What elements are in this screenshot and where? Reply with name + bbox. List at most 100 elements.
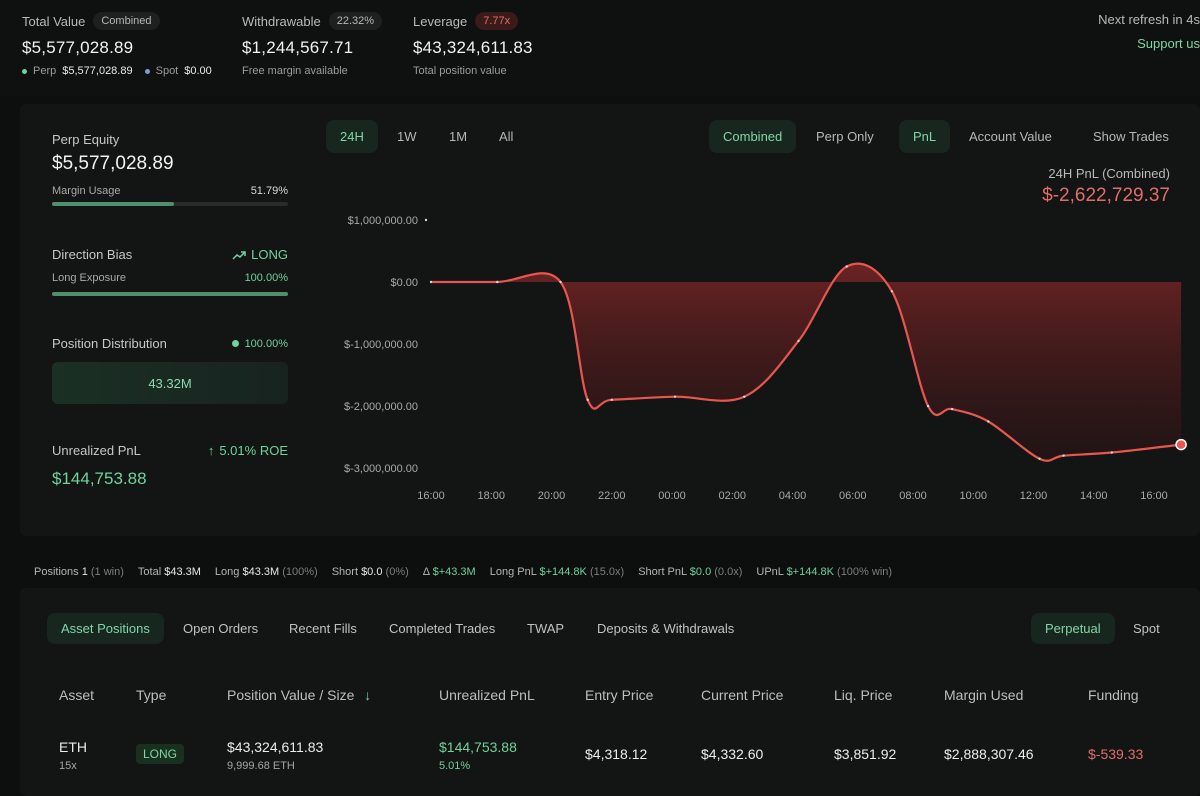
- short-value: $0.0: [361, 566, 383, 578]
- margin-usage-bar: [52, 202, 288, 206]
- tab-perpetual[interactable]: Perpetual: [1031, 613, 1115, 644]
- tab-pnl[interactable]: PnL: [899, 120, 951, 153]
- long-pnl-value: $+144.8K: [539, 566, 587, 578]
- short-pnl-note: (0.0x): [714, 566, 743, 578]
- perp-equity-label: Perp Equity: [52, 132, 120, 147]
- row-position-value: $43,324,611.83: [227, 739, 324, 755]
- long-note: (100%): [282, 566, 318, 578]
- positions-label: Positions: [34, 566, 79, 578]
- delta-value: $+43.3M: [432, 566, 476, 578]
- perp-label: Perp: [33, 65, 57, 77]
- tab-open-orders[interactable]: Open Orders: [169, 613, 272, 644]
- margin-usage-fill: [52, 202, 175, 206]
- total-value: $5,577,028.89: [22, 38, 134, 57]
- tab-completed-trades[interactable]: Completed Trades: [375, 613, 509, 644]
- short-note: (0%): [385, 566, 409, 578]
- col-unrealized-pnl[interactable]: Unrealized PnL: [439, 687, 535, 703]
- chart-title: 24H PnL (Combined): [1048, 166, 1170, 181]
- tab-deposits-withdrawals[interactable]: Deposits & Withdrawals: [583, 613, 748, 644]
- row-unrealized-pnl: $144,753.88: [439, 739, 517, 755]
- tab-twap[interactable]: TWAP: [513, 613, 578, 644]
- col-funding[interactable]: Funding: [1088, 687, 1139, 703]
- unrealized-pnl-value: $144,753.88: [52, 469, 147, 488]
- col-current-price[interactable]: Current Price: [701, 687, 783, 703]
- long-exposure-label: Long Exposure: [52, 272, 126, 284]
- tab-combined[interactable]: Combined: [709, 120, 797, 153]
- trending-up-icon: [232, 250, 246, 260]
- perp-dot-icon: [22, 68, 27, 74]
- perp-equity-value: $5,577,028.89: [52, 153, 174, 174]
- position-distribution-value: 100.00%: [244, 337, 288, 350]
- long-exposure-value: 100.00%: [244, 272, 288, 284]
- positions-count: 1: [81, 566, 88, 578]
- tab-range-1w[interactable]: 1W: [383, 120, 431, 153]
- tab-asset-positions[interactable]: Asset Positions: [47, 613, 164, 644]
- withdrawable-pill: 22.32%: [328, 12, 383, 30]
- leverage-sub: Total position value: [413, 65, 507, 77]
- tab-range-24h[interactable]: 24H: [326, 120, 378, 153]
- tab-recent-fills[interactable]: Recent Fills: [275, 613, 371, 644]
- leverage-pill: 7.77x: [475, 12, 519, 30]
- margin-usage-label: Margin Usage: [52, 185, 121, 197]
- row-funding: $-539.33: [1088, 746, 1144, 762]
- spot-value: $0.00: [184, 65, 212, 77]
- sort-down-icon[interactable]: ↓: [364, 687, 371, 703]
- perp-value: $5,577,028.89: [62, 65, 133, 77]
- leverage-label: Leverage: [413, 13, 468, 29]
- positions-note: (1 win): [90, 566, 124, 578]
- position-distribution-block: Position Distribution 100.00% 43.32M: [52, 336, 288, 404]
- refresh-timer: Next refresh in 4s: [1098, 12, 1200, 27]
- leverage-stat: Leverage 7.77x $43,324,611.83 Total posit…: [413, 12, 533, 77]
- col-liq-price[interactable]: Liq. Price: [834, 687, 892, 703]
- long-label: Long: [214, 566, 240, 578]
- row-liq-price: $3,851.92: [834, 746, 897, 762]
- distribution-bar[interactable]: 43.32M: [52, 362, 288, 404]
- spot-label: Spot: [155, 65, 179, 77]
- long-exposure-fill: [52, 292, 288, 296]
- withdrawable-stat: Withdrawable 22.32% $1,244,567.71 Free ma…: [242, 12, 383, 77]
- short-pnl-label: Short PnL: [638, 566, 687, 578]
- col-position-value-label: Position Value / Size: [227, 687, 355, 703]
- row-unrealized-pnl-pct: 5.01%: [439, 760, 471, 772]
- support-link[interactable]: Support us: [1137, 36, 1200, 51]
- tab-range-1m[interactable]: 1M: [435, 120, 481, 153]
- tab-spot[interactable]: Spot: [1119, 613, 1174, 644]
- delta-label: Δ: [422, 566, 430, 578]
- col-type[interactable]: Type: [136, 687, 166, 703]
- roe-value: 5.01% ROE: [219, 443, 288, 458]
- total-value-summary: $43.3M: [164, 566, 201, 578]
- long-pnl-note: (15.0x): [589, 566, 625, 578]
- tab-perp-only[interactable]: Perp Only: [802, 120, 888, 153]
- row-entry-price: $4,318.12: [585, 746, 648, 762]
- row-margin-used: $2,888,307.46: [944, 746, 1034, 762]
- row-position-size: 9,999.68 ETH: [227, 760, 295, 772]
- row-asset[interactable]: ETH: [59, 739, 87, 755]
- long-badge: LONG: [136, 744, 185, 764]
- row-current-price: $4,332.60: [701, 746, 764, 762]
- chart-total-pnl: $-2,622,729.37: [1042, 185, 1170, 206]
- upnl-note: (100% win): [837, 566, 893, 578]
- direction-bias-block: Direction Bias LONG Long Exposure 100.00…: [52, 247, 288, 296]
- show-trades-toggle[interactable]: Show Trades: [1079, 120, 1183, 153]
- long-value: $43.3M: [242, 566, 280, 578]
- withdrawable-sub: Free margin available: [242, 65, 348, 77]
- unrealized-pnl-label: Unrealized PnL: [52, 443, 141, 458]
- col-margin-used[interactable]: Margin Used: [944, 687, 1023, 703]
- combined-pill[interactable]: Combined: [93, 12, 160, 30]
- arrow-up-icon: ↑: [207, 443, 215, 458]
- col-asset[interactable]: Asset: [59, 687, 94, 703]
- col-entry-price[interactable]: Entry Price: [585, 687, 653, 703]
- col-position-value[interactable]: Position Value / Size ↓: [227, 687, 371, 703]
- total-label: Total: [137, 566, 162, 578]
- upnl-label: UPnL: [756, 566, 784, 578]
- margin-usage-value: 51.79%: [250, 185, 288, 197]
- upnl-value: $+144.8K: [786, 566, 834, 578]
- tab-account-value[interactable]: Account Value: [955, 120, 1066, 153]
- long-pnl-label: Long PnL: [489, 566, 537, 578]
- long-dot-icon: [231, 340, 239, 347]
- perp-equity-block: Perp Equity $5,577,028.89 Margin Usage 5…: [52, 132, 288, 206]
- tab-range-all[interactable]: All: [485, 120, 527, 153]
- withdrawable-value: $1,244,567.71: [242, 38, 354, 57]
- spot-dot-icon: [144, 68, 150, 74]
- leverage-value: $43,324,611.83: [413, 38, 533, 57]
